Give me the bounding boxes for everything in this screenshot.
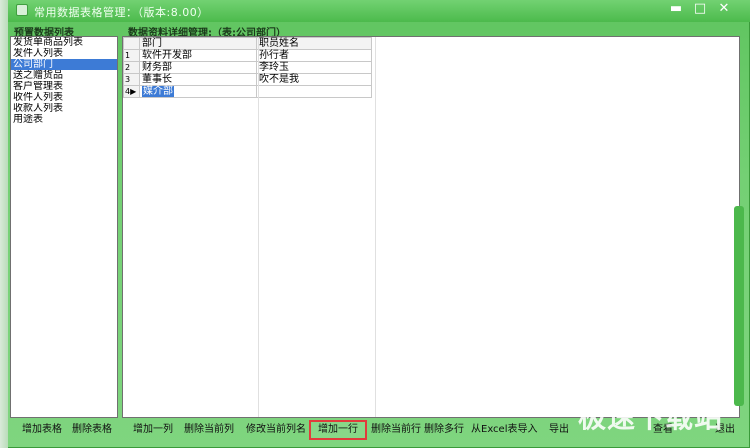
grid-cell[interactable]: 孙行者 bbox=[256, 49, 372, 62]
grid-cell-editing[interactable]: 媒介部 bbox=[139, 85, 257, 98]
header-row: 部门 职员姓名 bbox=[123, 37, 372, 50]
corner-cell bbox=[123, 37, 140, 50]
minimize-button[interactable]: ▬ bbox=[666, 0, 686, 18]
import-excel-button[interactable]: 从Excel表导入 bbox=[471, 420, 538, 440]
column-header[interactable]: 职员姓名 bbox=[256, 37, 372, 50]
window-title: 常用数据表格管理：（版本:8.00） bbox=[34, 6, 209, 19]
watermark: 极速下载站 bbox=[578, 401, 724, 434]
add-row-button[interactable]: 增加一行 bbox=[309, 420, 367, 440]
delete-column-button[interactable]: 删除当前列 bbox=[180, 420, 238, 440]
list-item[interactable]: 用途表 bbox=[11, 114, 117, 125]
grid-cell[interactable]: 李玲玉 bbox=[256, 61, 372, 74]
window-scrollbar[interactable] bbox=[734, 206, 744, 406]
column-header[interactable]: 部门 bbox=[139, 37, 257, 50]
table-row-editing[interactable]: 4▶ 媒介部 bbox=[123, 85, 372, 98]
table-row[interactable]: 3 董事长 吹不是我 bbox=[123, 73, 372, 86]
title-bar[interactable]: 常用数据表格管理：（版本:8.00） ▬ □ ✕ bbox=[8, 0, 750, 22]
preset-table-panel: 预置数据列表 发货单商品列表 发件人列表 公司部门 送之赠货品 客户管理表 收件… bbox=[8, 22, 120, 420]
edit-cell-input[interactable]: 媒介部 bbox=[142, 86, 174, 97]
close-button[interactable]: ✕ bbox=[714, 0, 734, 18]
export-button[interactable]: 导出 bbox=[544, 420, 574, 440]
table-row[interactable]: 2 财务部 李玲玉 bbox=[123, 61, 372, 74]
column-divider bbox=[375, 37, 376, 417]
list-item[interactable]: 发件人列表 bbox=[11, 48, 117, 59]
current-row-indicator-icon: ▶ bbox=[130, 87, 137, 96]
left-window-edge bbox=[0, 0, 8, 448]
row-number[interactable]: 4▶ bbox=[123, 85, 140, 98]
table-row[interactable]: 1 软件开发部 孙行者 bbox=[123, 49, 372, 62]
list-item[interactable]: 客户管理表 bbox=[11, 81, 117, 92]
grid-cell[interactable]: 财务部 bbox=[139, 61, 257, 74]
delete-table-button[interactable]: 删除表格 bbox=[68, 420, 116, 440]
row-number[interactable]: 2 bbox=[123, 61, 140, 74]
grid-cell[interactable]: 吹不是我 bbox=[256, 73, 372, 86]
list-item[interactable]: 收款人列表 bbox=[11, 103, 117, 114]
delete-row-button[interactable]: 删除当前行 bbox=[367, 420, 425, 440]
grid-cell[interactable]: 软件开发部 bbox=[139, 49, 257, 62]
data-grid[interactable]: 部门 职员姓名 1 软件开发部 孙行者 2 财务部 李玲玉 3 董事长 吹不是我… bbox=[122, 36, 740, 418]
detail-panel: 数据资料详细管理:（表:公司部门） 部门 职员姓名 1 软件开发部 孙行者 2 … bbox=[122, 22, 742, 420]
preset-table-list[interactable]: 发货单商品列表 发件人列表 公司部门 送之赠货品 客户管理表 收件人列表 收款人… bbox=[10, 36, 118, 418]
column-divider bbox=[258, 37, 259, 417]
app-icon bbox=[16, 4, 28, 16]
add-table-button[interactable]: 增加表格 bbox=[18, 420, 66, 440]
add-column-button[interactable]: 增加一列 bbox=[130, 420, 176, 440]
row-number[interactable]: 3 bbox=[123, 73, 140, 86]
delete-multiple-rows-button[interactable]: 删除多行 bbox=[420, 420, 468, 440]
rename-column-button[interactable]: 修改当前列名 bbox=[242, 420, 310, 440]
grid-cell[interactable] bbox=[256, 85, 372, 98]
row-number[interactable]: 1 bbox=[123, 49, 140, 62]
grid-cell[interactable]: 董事长 bbox=[139, 73, 257, 86]
list-item[interactable]: 送之赠货品 bbox=[11, 70, 117, 81]
list-item[interactable]: 收件人列表 bbox=[11, 92, 117, 103]
maximize-button[interactable]: □ bbox=[690, 0, 710, 18]
list-item-selected[interactable]: 公司部门 bbox=[11, 59, 117, 70]
list-item[interactable]: 发货单商品列表 bbox=[11, 37, 117, 48]
